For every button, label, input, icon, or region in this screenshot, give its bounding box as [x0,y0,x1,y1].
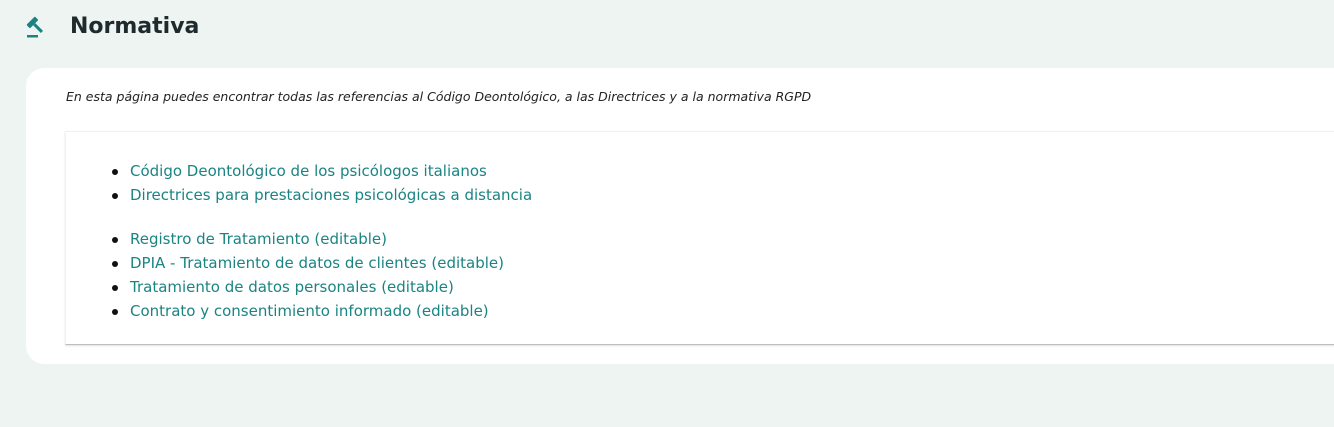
content-card: En esta página puedes encontrar todas la… [26,68,1334,364]
intro-text: En esta página puedes encontrar todas la… [66,89,812,104]
list-item: Contrato y consentimiento informado (edi… [112,299,504,323]
bullet [112,193,118,199]
link-tratamiento-datos[interactable]: Tratamiento de datos personales (editabl… [130,278,454,296]
page-header: Normativa [24,10,199,44]
list-item: Código Deontológico de los psicólogos it… [112,159,532,183]
list-item: Directrices para prestaciones psicológic… [112,183,532,207]
bullet [112,169,118,175]
link-codigo-deontologico[interactable]: Código Deontológico de los psicólogos it… [130,162,487,180]
gavel-icon [24,14,50,40]
link-contrato-consentimiento[interactable]: Contrato y consentimiento informado (edi… [130,302,489,320]
link-dpia[interactable]: DPIA - Tratamiento de datos de clientes … [130,254,504,272]
list-item: DPIA - Tratamiento de datos de clientes … [112,251,504,275]
list-item: Tratamiento de datos personales (editabl… [112,275,504,299]
links-panel: Código Deontológico de los psicólogos it… [65,131,1334,345]
link-registro-tratamiento[interactable]: Registro de Tratamiento (editable) [130,230,387,248]
link-directrices[interactable]: Directrices para prestaciones psicológic… [130,186,532,204]
list-item: Registro de Tratamiento (editable) [112,227,504,251]
documents-list: Registro de Tratamiento (editable) DPIA … [112,227,504,323]
bullet [112,237,118,243]
bullet [112,261,118,267]
page-title: Normativa [70,14,200,39]
bullet [112,285,118,291]
bullet [112,309,118,315]
regulations-list: Código Deontológico de los psicólogos it… [112,159,532,207]
